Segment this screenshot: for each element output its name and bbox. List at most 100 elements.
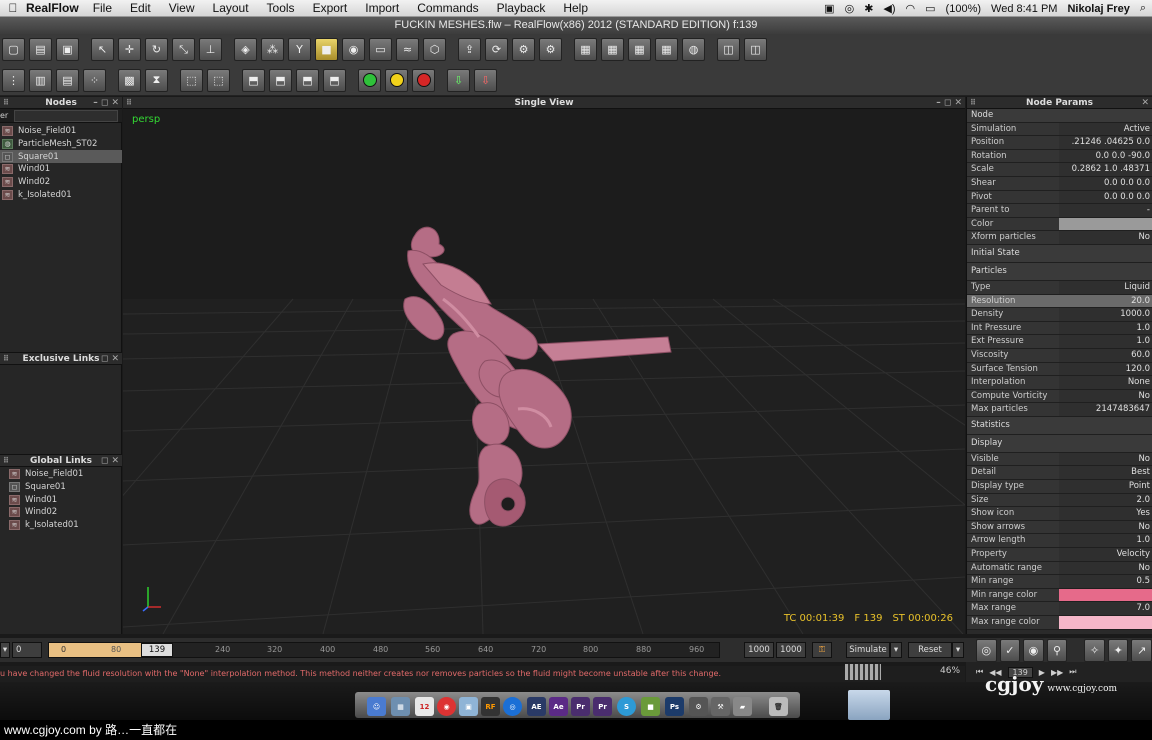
param-value[interactable]: 0.0 0.0 -90.0 — [1059, 149, 1152, 163]
film-icon[interactable]: ▩ — [118, 68, 141, 92]
param-row[interactable]: Size 2.0 — [967, 493, 1152, 508]
param-row[interactable]: Xform particles No — [967, 231, 1152, 245]
green-light-icon[interactable] — [358, 68, 381, 92]
trash-icon[interactable]: 🗑 — [769, 697, 788, 716]
param-value[interactable]: Point — [1059, 480, 1152, 493]
section-display[interactable]: Display — [967, 434, 1152, 453]
tool-b-icon[interactable]: ✦ — [1107, 638, 1129, 662]
section-statistics[interactable]: Statistics — [967, 416, 1152, 435]
wand-icon[interactable]: ⚲ — [1046, 638, 1068, 662]
current-frame-marker[interactable]: 139 — [141, 643, 173, 657]
daemons-icon[interactable]: ⁂ — [261, 38, 284, 61]
param-value[interactable]: 1.0 — [1059, 534, 1152, 548]
param-row[interactable]: Show icon Yes — [967, 507, 1152, 521]
adobe-ae-icon[interactable]: Ae — [549, 697, 568, 716]
node-row[interactable]: ≋ Noise_Field01 — [0, 125, 122, 138]
layout-3-icon[interactable]: ▦ — [628, 38, 651, 61]
reset-dropdown-icon[interactable]: ▾ — [952, 642, 964, 658]
menu-edit[interactable]: Edit — [130, 1, 151, 15]
param-value[interactable]: No — [1059, 561, 1152, 575]
link-row[interactable]: ≋ k_Isolated01 — [7, 519, 122, 532]
viewport-canvas[interactable] — [123, 109, 965, 634]
bluetooth-icon[interactable]: ✱ — [864, 2, 873, 15]
box-1-icon[interactable]: ⬒ — [242, 68, 265, 92]
particles-icon[interactable]: ⋮ — [2, 68, 25, 92]
param-row[interactable]: Automatic range No — [967, 561, 1152, 576]
param-value[interactable]: 120.0 — [1059, 362, 1152, 376]
red-light-icon[interactable] — [412, 68, 435, 92]
param-value[interactable]: Active — [1059, 122, 1152, 136]
param-value[interactable]: - — [1059, 204, 1152, 217]
layout-5-icon[interactable]: ◍ — [682, 38, 705, 61]
tool-icon[interactable]: ⚒ — [711, 697, 730, 716]
key-icon[interactable]: ⚿ — [812, 642, 832, 658]
param-value[interactable]: No — [1059, 452, 1152, 466]
end-frame-field[interactable]: 1000 — [744, 642, 774, 658]
sync-icon[interactable]: ◎ — [845, 2, 855, 15]
save-scene-icon[interactable]: ▣ — [56, 38, 79, 61]
param-row[interactable]: Arrow length 1.0 — [967, 534, 1152, 549]
param-row[interactable]: Parent to - — [967, 204, 1152, 218]
select-tool-icon[interactable]: ↖ — [91, 38, 114, 61]
hourglass-icon[interactable]: ⧗ — [145, 68, 168, 92]
menu-help[interactable]: Help — [563, 1, 588, 15]
view-cube-icon[interactable]: ◫ — [744, 38, 767, 61]
open-scene-icon[interactable]: ▤ — [29, 38, 52, 61]
premiere-icon[interactable]: Pr — [571, 697, 590, 716]
cinema4d-icon[interactable]: ◎ — [503, 697, 522, 716]
max-frame-field[interactable]: 1000 — [776, 642, 806, 658]
chrome-icon[interactable]: ◉ — [437, 697, 456, 716]
export-icon[interactable]: ⇪ — [458, 38, 481, 61]
move-tool-icon[interactable]: ✛ — [118, 38, 141, 61]
wifi-icon[interactable]: ◠ — [906, 2, 916, 15]
panel-controls-icon[interactable]: ◻ ✕ — [101, 354, 119, 364]
param-row[interactable]: Simulation Active — [967, 122, 1152, 137]
node-row[interactable]: ◍ ParticleMesh_ST02 — [0, 138, 122, 151]
param-row[interactable]: Resolution 20.0 — [967, 294, 1152, 309]
param-value[interactable] — [1059, 217, 1152, 231]
param-row[interactable]: Detail Best — [967, 466, 1152, 481]
menu-layout[interactable]: Layout — [213, 1, 249, 15]
param-row[interactable]: Compute Vorticity No — [967, 389, 1152, 404]
node-row[interactable]: ≋ Wind02 — [0, 176, 122, 189]
param-value[interactable]: 20.0 — [1059, 294, 1152, 308]
param-row[interactable]: Int Pressure 1.0 — [967, 321, 1152, 336]
simulate-dropdown-icon[interactable]: ▾ — [890, 642, 902, 658]
param-row[interactable]: Shear 0.0 0.0 0.0 — [967, 176, 1152, 191]
param-value[interactable]: 0.0 0.0 0.0 — [1059, 190, 1152, 204]
param-value[interactable]: 0.5 — [1059, 575, 1152, 588]
link-row[interactable]: ◻ Square01 — [7, 481, 122, 494]
waves-icon[interactable]: ≈ — [396, 38, 419, 61]
yellow-light-icon[interactable] — [385, 68, 408, 92]
param-row[interactable]: Property Velocity — [967, 548, 1152, 562]
target-icon[interactable]: ◎ — [976, 638, 997, 662]
app-menu[interactable]: RealFlow — [26, 1, 79, 15]
screen-record-icon[interactable]: ▣ — [824, 2, 834, 15]
folder-icon[interactable] — [848, 690, 890, 720]
view-box-icon[interactable]: ◫ — [717, 38, 740, 61]
section-initial-state[interactable]: Initial State — [967, 244, 1152, 263]
reset-button[interactable]: Reset — [908, 642, 952, 658]
start-frame-field[interactable]: 0 — [12, 642, 42, 658]
box-4-icon[interactable]: ⬒ — [323, 68, 346, 92]
camera-icon[interactable]: ▭ — [369, 38, 392, 61]
menu-import[interactable]: Import — [365, 1, 399, 15]
hybrido-icon[interactable]: ⟳ — [485, 38, 508, 61]
new-scene-icon[interactable]: ▢ — [2, 38, 25, 61]
param-value[interactable]: 1.0 — [1059, 321, 1152, 335]
node-row-selected[interactable]: ◻ Square01 — [0, 150, 122, 164]
finder-icon[interactable]: ☺ — [367, 697, 386, 716]
param-row[interactable]: Density 1000.0 — [967, 308, 1152, 322]
layout-4-icon[interactable]: ▦ — [655, 38, 678, 61]
menu-commands[interactable]: Commands — [417, 1, 478, 15]
after-effects-icon[interactable]: AE — [527, 697, 546, 716]
param-row[interactable]: Scale 0.2862 1.0 .48371 — [967, 163, 1152, 177]
param-value[interactable]: 1000.0 — [1059, 308, 1152, 321]
photoshop-icon[interactable]: Ps — [665, 697, 684, 716]
link-row[interactable]: ≋ Noise_Field01 — [7, 468, 122, 481]
scale-tool-icon[interactable]: ⤡ — [172, 38, 195, 61]
spotlight-icon[interactable]: ⌕ — [1140, 2, 1146, 15]
eye-icon[interactable]: ◉ — [1023, 638, 1044, 662]
check-icon[interactable]: ✓ — [999, 638, 1021, 662]
section-node[interactable]: Node — [967, 109, 1152, 123]
